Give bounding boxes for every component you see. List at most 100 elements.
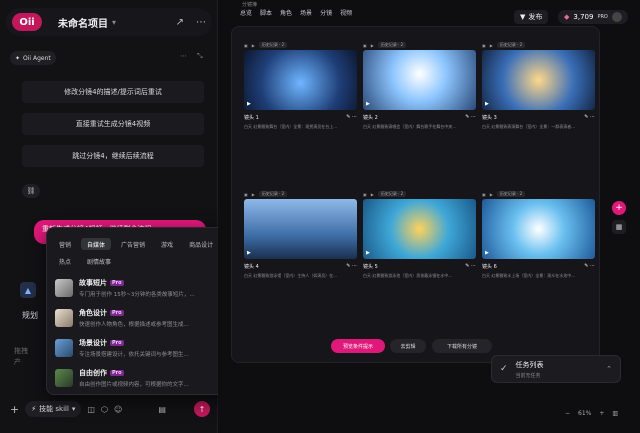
shot-desc: 白天 幻景雅致游泳池（室内）男孩戴泳镜在水中... [363,273,453,278]
shot-desc: 白天 幻景雅致舞台（室内）全景：观赏演员在台上... [244,124,338,129]
chevron-down-icon[interactable]: ▾ [112,18,116,27]
video-icon: ▶ [251,42,255,48]
edit-icon[interactable]: ✎ ⋯ [584,263,595,270]
edit-icon[interactable]: ✎ ⋯ [465,114,476,121]
task-list-panel[interactable]: ✓ 任务列表 当前无任务 ⌃ [491,355,621,383]
pro-badge: Pro [110,310,124,316]
video-icon: ▶ [370,191,374,197]
zoom-out-icon[interactable]: − [565,410,570,417]
option-button[interactable]: 直接重试生成分镜4视频 [22,113,204,135]
skill-button[interactable]: ⚡ 技能 skill ▾ [25,401,82,417]
publish-label: 发布 [528,13,543,21]
zoom-in-icon[interactable]: + [599,410,604,417]
shot-card[interactable]: ▣ ▶ 历史记录 · 2 ▶ 镜头 3 ✎ ⋯ 白天 幻景雅致表演舞台（室内）全景：一… [482,40,595,178]
history-pill[interactable]: 历史记录 · 2 [496,191,526,197]
category-tab[interactable]: 游戏 [155,238,179,250]
edit-icon[interactable]: ✎ ⋯ [346,114,357,121]
pro-badge: Pro [110,370,124,376]
shot-title: 镜头 2 [363,115,378,121]
shot-card[interactable]: ▣ ▶ 历史记录 · 2 ▶ 镜头 4 ✎ ⋯ 白天 幻景雅致游泳馆（室内）主持人（如… [244,189,357,327]
category-tab[interactable]: 剧情故事 [81,255,117,267]
pro-badge: Pro [110,340,124,346]
link-icon[interactable]: ⛓ [22,184,40,198]
shot-card[interactable]: ▣ ▶ 历史记录 · 2 ▶ 镜头 2 ✎ ⋯ 白天 幻景雅致演唱会（室内）舞台歌手在… [363,40,476,178]
publish-button[interactable]: ▼ 发布 [514,10,549,24]
agent-tag[interactable]: ✦ Oii Agent [10,51,56,65]
shot-image[interactable]: ▶ [363,199,476,259]
send-button[interactable]: ↑ [194,401,210,417]
video-icon: ▶ [251,191,255,197]
gem-icon: ◆ [564,13,570,21]
shot-image[interactable]: ▶ [244,50,357,110]
stage-tab[interactable]: 视频 [340,8,352,17]
project-title[interactable]: 未命名项目 [58,15,108,30]
chevron-up-icon[interactable]: ⌃ [606,365,612,373]
history-pill[interactable]: 历史记录 · 2 [258,191,288,197]
shot-title: 镜头 4 [244,264,259,270]
image-icon[interactable]: ◫ [87,405,95,414]
add-icon[interactable]: + [612,201,626,215]
category-row: 营销 自媒体 广告营销 游戏 商品设计 [53,238,219,250]
shot-card[interactable]: ▣ ▶ 历史记录 · 2 ▶ 镜头 6 ✎ ⋯ 白天 幻景雅致水上场（室内）全景：观众… [482,189,595,327]
generate-button[interactable]: 预览条件提示 [331,339,385,353]
settings-icon[interactable]: ▤ [158,405,166,414]
shot-card[interactable]: ▣ ▶ 历史记录 · 2 ▶ 镜头 5 ✎ ⋯ 白天 幻景雅致游泳池（室内）男孩戴泳镜… [363,189,476,327]
shot-image[interactable]: ▶ [363,50,476,110]
shape-icon[interactable]: ⬡ [101,405,108,414]
edit-icon[interactable]: ✎ ⋯ [584,114,595,121]
stage-tab[interactable]: 总览 [240,8,252,17]
shot-card[interactable]: ▣ ▶ 历史记录 · 2 ▶ 镜头 1 ✎ ⋯ 白天 幻景雅致舞台（室内）全景：观赏演… [244,40,357,178]
more-icon[interactable]: ⋯ [180,52,187,61]
download-button[interactable]: 下载所有分镜 [432,339,492,353]
collapse-icon[interactable]: ⤡ [197,52,203,61]
skill-thumbnail [55,309,73,327]
stage-tab[interactable]: 角色 [280,8,292,17]
map-icon[interactable]: ▥ [612,410,618,417]
category-tab[interactable]: 自媒体 [81,238,112,250]
category-tab[interactable]: 营销 [53,238,77,250]
category-tab[interactable]: 热点 [53,255,77,267]
play-icon[interactable]: ▶ [247,101,251,107]
edit-icon[interactable]: ✎ ⋯ [346,263,357,270]
prompt-input[interactable]: 拖拽产 [14,346,34,368]
image-icon: ▣ [244,42,248,48]
app-logo[interactable]: Oii [12,13,42,31]
stage-tabs: 总览 脚本 角色 场景 分镜 视频 [240,8,352,17]
edit-button[interactable]: 去剪辑 [390,339,426,353]
category-tab[interactable]: 广告营销 [115,238,151,250]
option-button[interactable]: 跳过分镜4，继续后续流程 [22,145,204,167]
emoji-icon[interactable]: ☺ [114,405,122,414]
credits-badge[interactable]: ◆ 3,709 PRO [558,10,628,24]
stage-tab[interactable]: 分镜 [320,8,332,17]
history-pill[interactable]: 历史记录 · 2 [377,42,407,48]
play-icon[interactable]: ▶ [366,250,370,256]
history-pill[interactable]: 历史记录 · 2 [258,42,288,48]
add-icon[interactable]: + [10,403,19,416]
image-icon: ▣ [244,191,248,197]
shot-title: 镜头 6 [482,264,497,270]
shot-image[interactable]: ▶ [482,50,595,110]
edit-icon[interactable]: ✎ ⋯ [465,263,476,270]
task-list-sub: 当前无任务 [515,372,541,379]
shot-image[interactable]: ▶ [244,199,357,259]
play-icon[interactable]: ▶ [247,250,251,256]
play-icon[interactable]: ▶ [366,101,370,107]
stage-tab[interactable]: 场景 [300,8,312,17]
skill-thumbnail [55,339,73,357]
more-icon[interactable]: ⋯ [196,17,206,28]
skill-thumbnail [55,369,73,387]
option-button[interactable]: 修改分镜4的描述/提示词后重试 [22,81,204,103]
shot-image[interactable]: ▶ [482,199,595,259]
play-icon[interactable]: ▶ [485,250,489,256]
stage-tab[interactable]: 脚本 [260,8,272,17]
grid-icon[interactable]: ▦ [612,220,626,234]
shot-title: 镜头 3 [482,115,497,121]
share-icon[interactable]: ↗ [176,17,184,28]
skill-title: 场景设计 [79,339,107,347]
history-pill[interactable]: 历史记录 · 2 [377,191,407,197]
history-pill[interactable]: 历史记录 · 2 [496,42,526,48]
avatar[interactable] [611,12,622,22]
shot-desc: 白天 幻景雅致水上场（室内）全景：观众在水池中... [482,273,576,278]
category-tab[interactable]: 商品设计 [183,238,219,250]
play-icon[interactable]: ▶ [485,101,489,107]
